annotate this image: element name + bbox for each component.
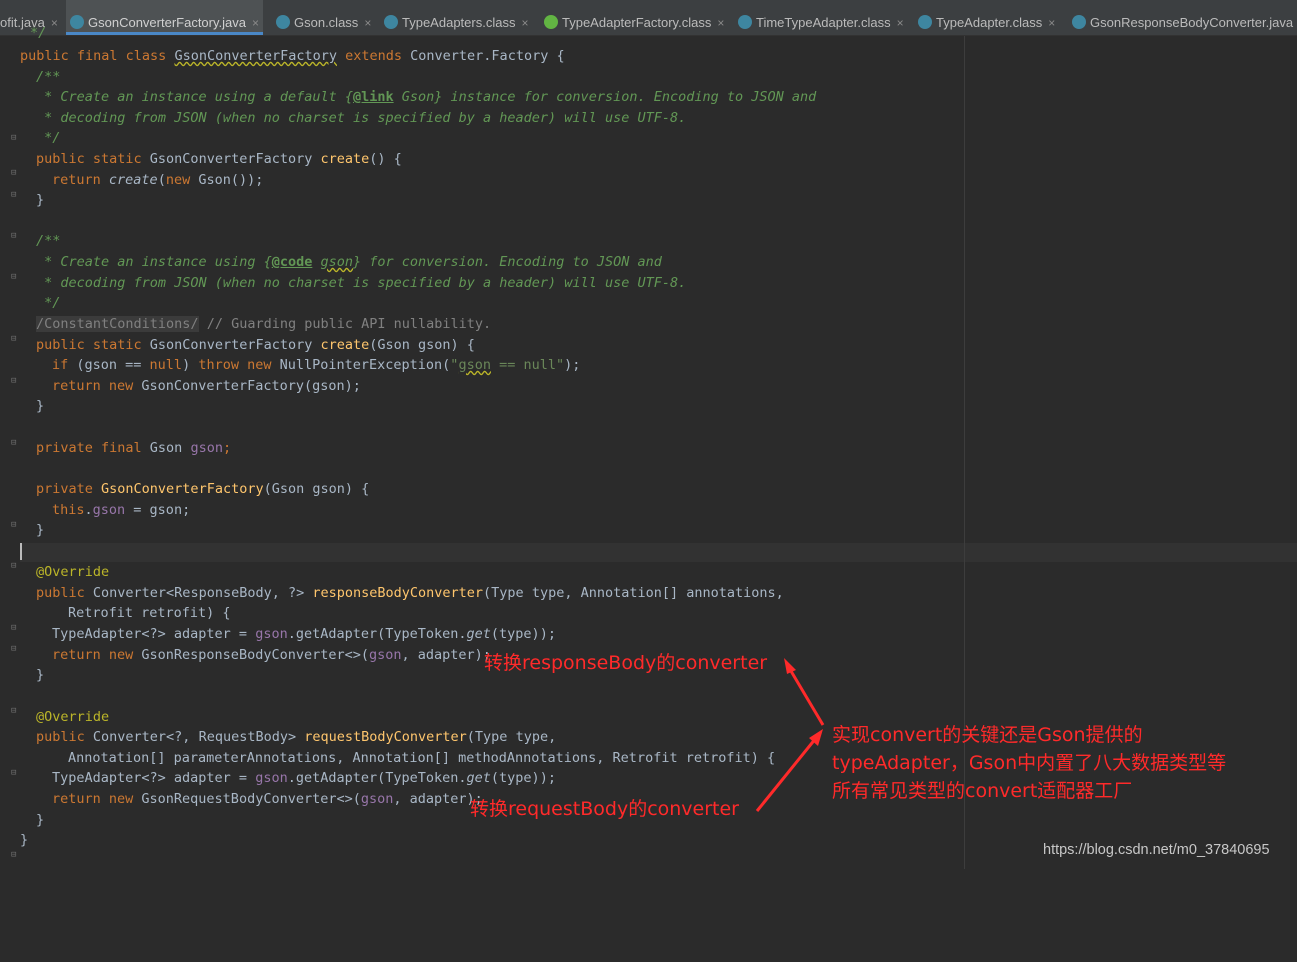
annotation-request-converter: 转换requestBody的converter bbox=[470, 798, 739, 820]
annotation-note-line2: typeAdapter，Gson中内置了八大数据类型等 bbox=[832, 752, 1227, 774]
watermark: https://blog.csdn.net/m0_37840695 bbox=[1043, 842, 1270, 858]
arrow-to-request-label bbox=[755, 729, 823, 812]
annotation-note-line1: 实现convert的关键还是Gson提供的 bbox=[832, 724, 1143, 746]
annotation-response-converter: 转换responseBody的converter bbox=[484, 652, 768, 674]
arrow-to-response-label bbox=[784, 658, 825, 726]
annotation-note-line3: 所有常见类型的convert适配器工厂 bbox=[832, 780, 1133, 802]
